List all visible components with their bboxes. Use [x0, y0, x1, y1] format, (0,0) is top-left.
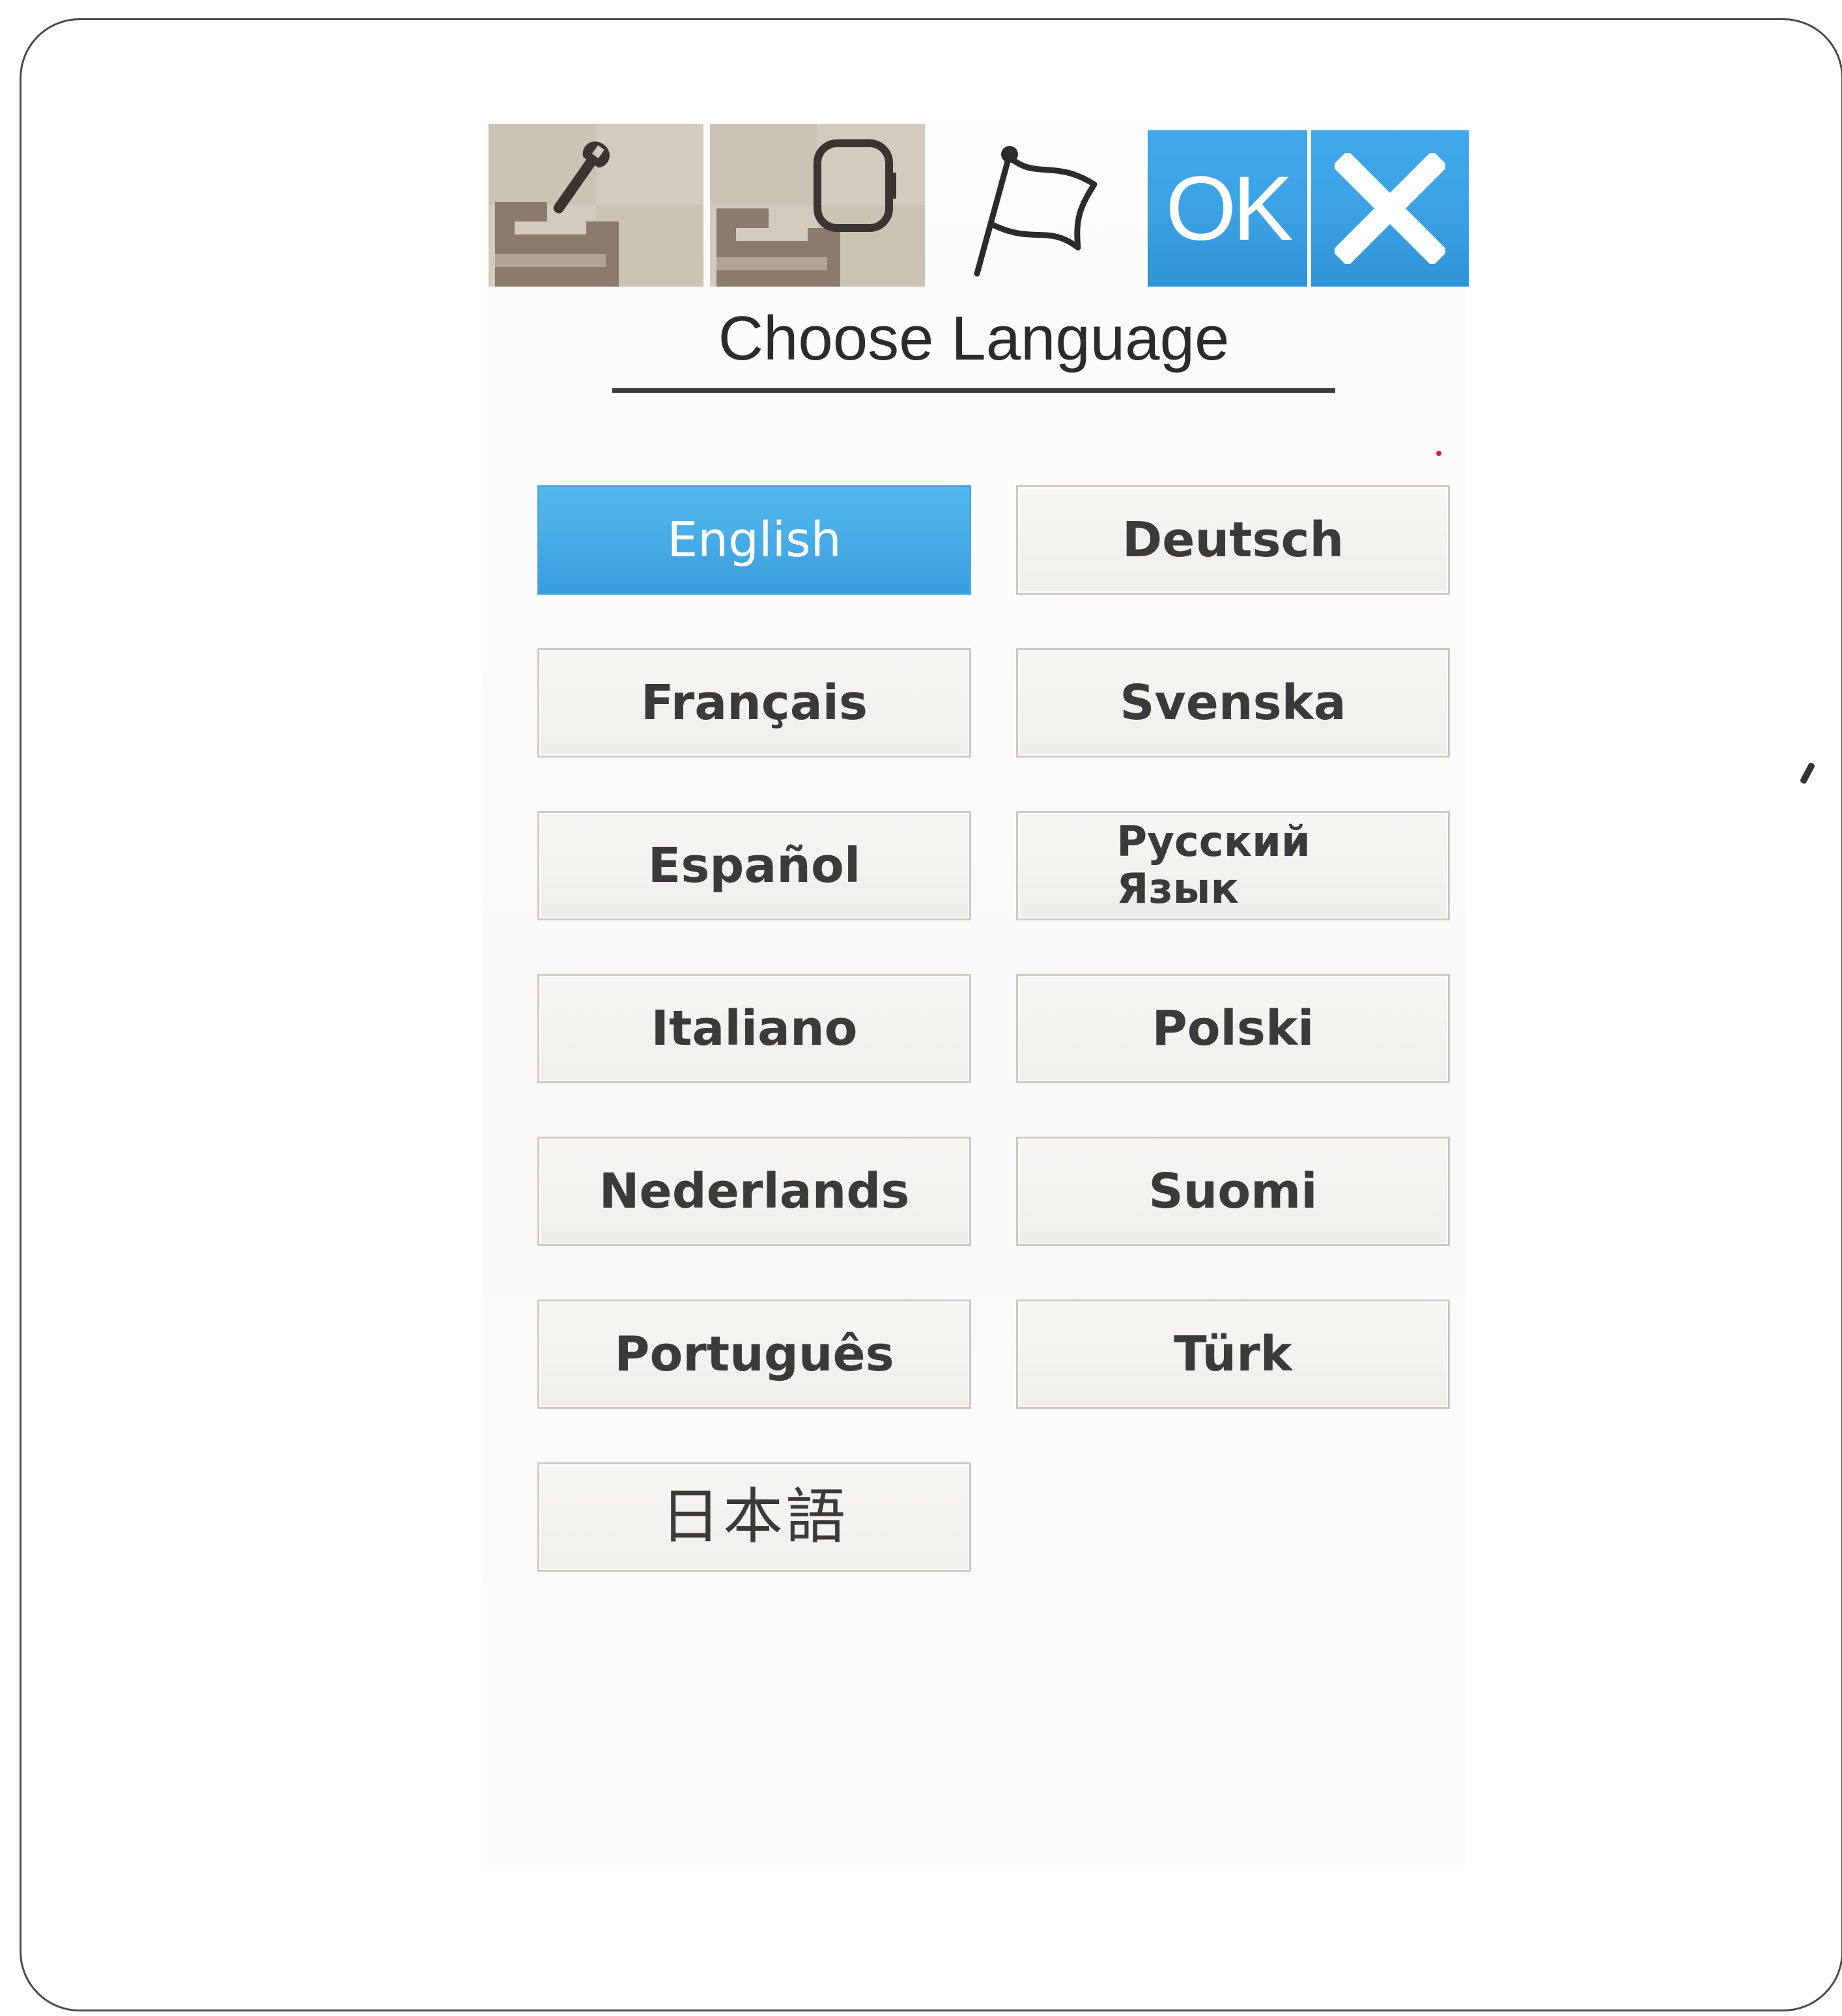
language-deutsch[interactable]: Deutsch — [1016, 485, 1450, 595]
language-russian[interactable]: Русский Язык — [1016, 811, 1450, 920]
title-underline — [612, 388, 1335, 393]
machine-settings-tab[interactable] — [489, 124, 703, 287]
screen-title: Choose Language — [718, 304, 1230, 373]
machine-settings-wrench-icon — [489, 124, 703, 287]
embroidery-hoop-settings-icon — [710, 124, 925, 287]
ok-button[interactable]: OK — [1148, 130, 1307, 287]
cancel-button[interactable] — [1311, 130, 1469, 287]
language-flag-icon — [974, 146, 1098, 277]
language-svenska[interactable]: Svenska — [1016, 648, 1450, 758]
embroidery-settings-tab[interactable] — [710, 124, 925, 287]
language-english[interactable]: English — [537, 485, 971, 595]
language-francais[interactable]: Français — [537, 648, 971, 758]
red-dot-mark — [1436, 451, 1441, 456]
language-italiano[interactable]: Italiano — [537, 974, 971, 1083]
language-settings-screen: OK Choose Language English Deutsch Franç… — [482, 124, 1469, 1869]
language-espanol[interactable]: Español — [537, 811, 971, 920]
language-polski[interactable]: Polski — [1016, 974, 1450, 1083]
language-nederlands[interactable]: Nederlands — [537, 1137, 971, 1246]
language-turk[interactable]: Türk — [1016, 1299, 1450, 1409]
language-japanese[interactable]: 日本語 — [537, 1462, 971, 1572]
language-suomi[interactable]: Suomi — [1016, 1137, 1450, 1246]
close-x-icon — [1335, 153, 1445, 264]
settings-toolbar: OK — [489, 124, 1469, 287]
language-list: English Deutsch Français Svenska Español… — [537, 485, 1450, 1593]
language-portugues[interactable]: Português — [537, 1299, 971, 1409]
